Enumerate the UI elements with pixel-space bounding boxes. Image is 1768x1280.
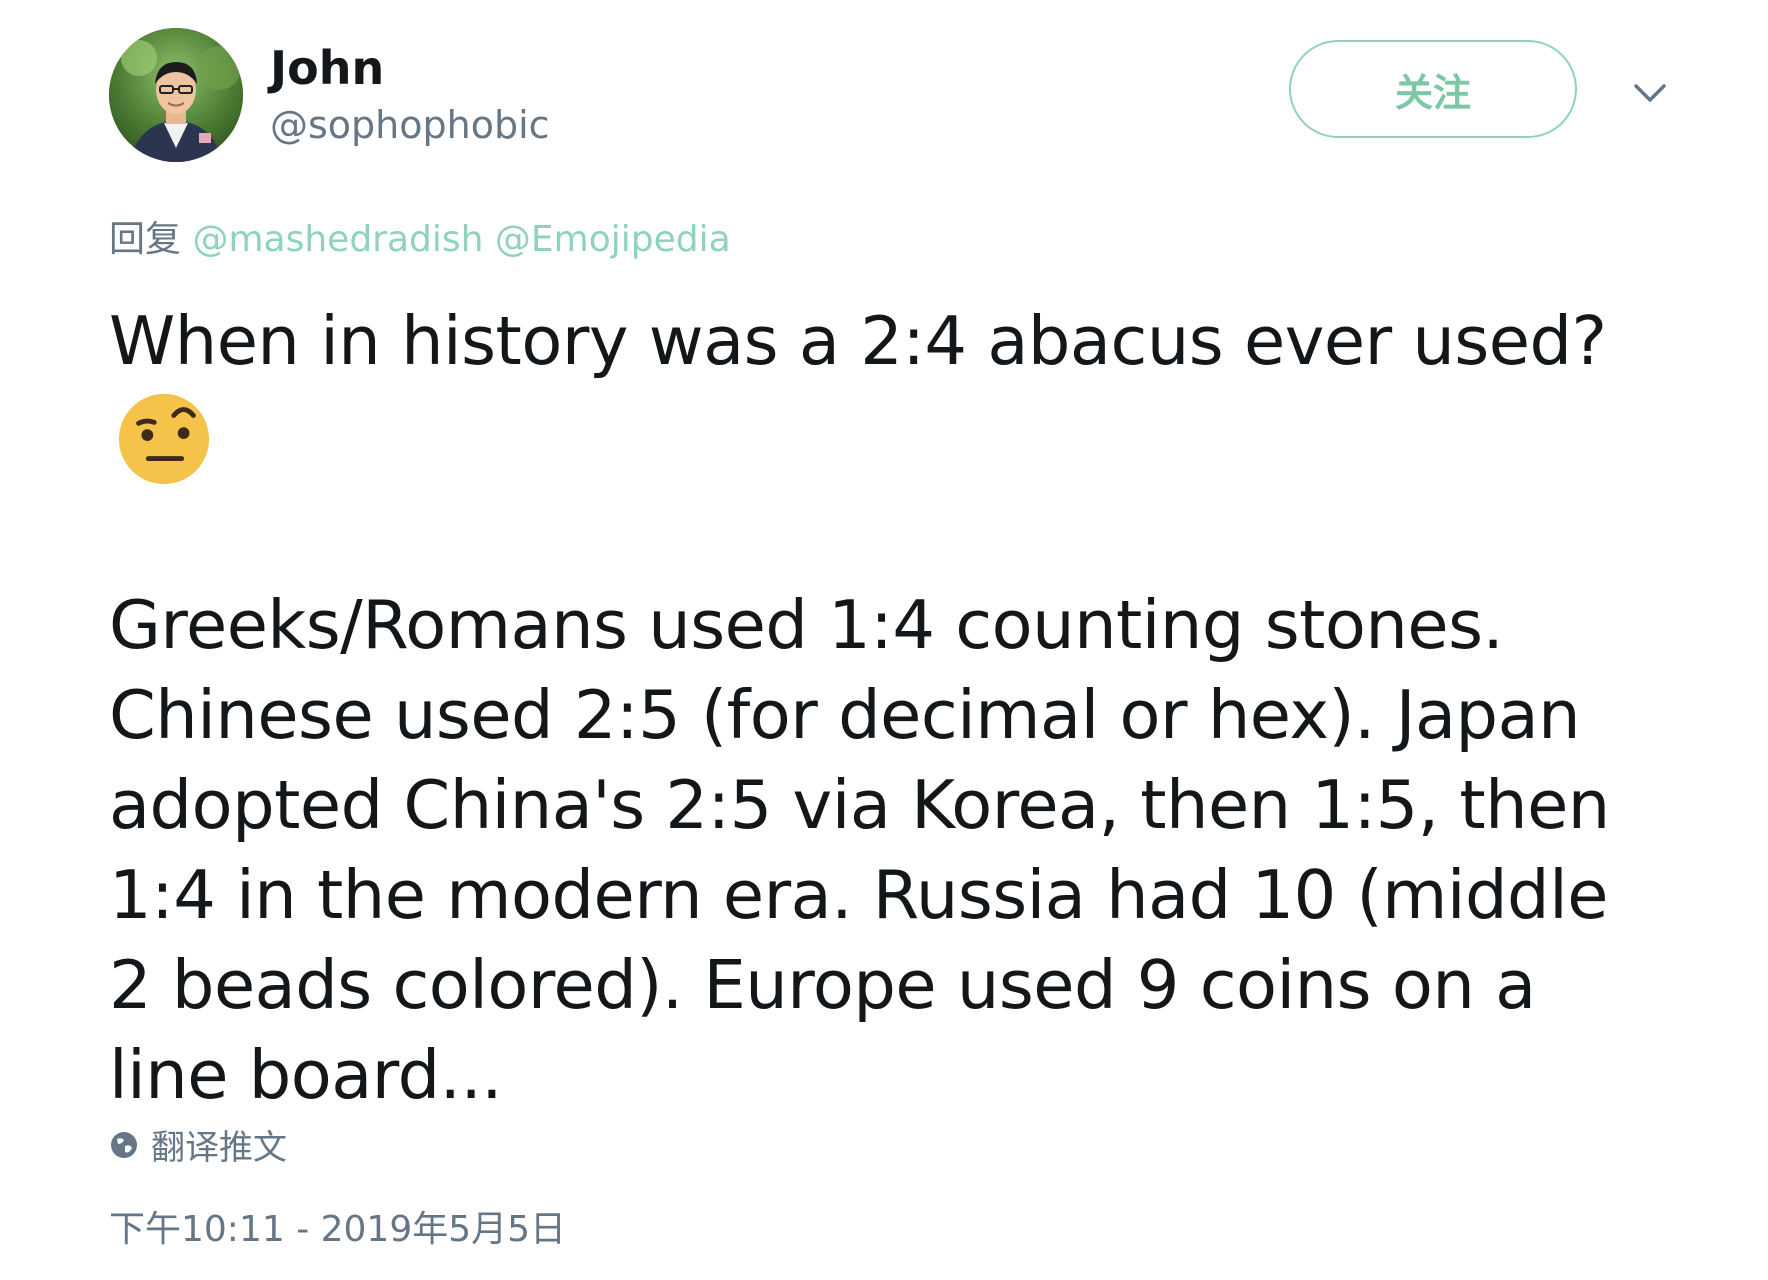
user-handle[interactable]: @sophophobic <box>270 100 550 150</box>
reply-prefix: 回复 <box>109 219 182 260</box>
tweet-timestamp[interactable]: 下午10:11 - 2019年5月5日 <box>109 1205 566 1255</box>
tweet-line-1: When in history was a 2:4 abacus ever us… <box>109 302 1607 380</box>
translate-tweet-link[interactable]: 翻译推文 <box>109 1120 287 1169</box>
globe-icon <box>111 1131 137 1158</box>
tweet-card: John @sophophobic 关注 回复 @mashedradish @E… <box>0 0 1768 1280</box>
translate-label: 翻译推文 <box>151 1128 287 1168</box>
mention-link-emojipedia[interactable]: @Emojipedia <box>495 219 731 260</box>
tweet-paragraph-2: Greeks/Romans used 1:4 counting stones. … <box>109 586 1610 1114</box>
avatar[interactable] <box>109 28 243 162</box>
avatar-image <box>109 28 243 162</box>
mention-link-mashedradish[interactable]: @mashedradish <box>192 219 483 260</box>
tweet-body: When in history was a 2:4 abacus ever us… <box>109 296 1669 1120</box>
chevron-down-icon[interactable] <box>1630 78 1670 108</box>
display-name[interactable]: John <box>270 38 384 98</box>
follow-button[interactable]: 关注 <box>1289 40 1577 138</box>
face-with-raised-eyebrow-icon <box>118 393 210 485</box>
reply-context: 回复 @mashedradish @Emojipedia <box>109 216 731 264</box>
